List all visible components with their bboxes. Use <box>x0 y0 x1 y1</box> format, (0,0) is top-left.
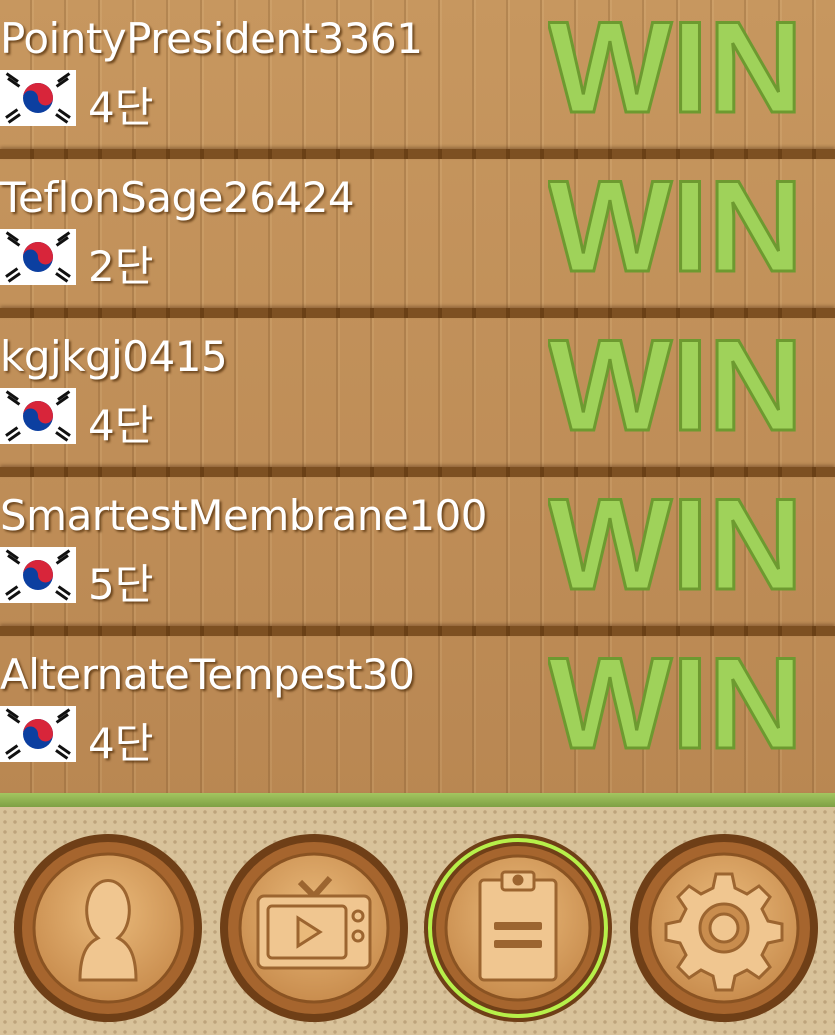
profile-button[interactable] <box>10 830 206 1026</box>
player-name: PointyPresident3361 <box>0 14 423 63</box>
player-name: AlternateTempest30 <box>0 650 415 699</box>
settings-button[interactable] <box>626 830 822 1026</box>
list-item[interactable]: SmartestMembrane100 5단 WIN <box>0 477 835 636</box>
player-name: TeflonSage26424 <box>0 173 355 222</box>
south-korea-flag-icon <box>0 388 76 444</box>
settings-gear-icon <box>664 872 784 992</box>
player-rank: 4단 <box>88 401 154 450</box>
row-divider <box>0 308 835 318</box>
list-item[interactable]: TeflonSage26424 2단 WIN <box>0 159 835 318</box>
player-rank: 4단 <box>88 83 154 132</box>
player-rank: 4단 <box>88 719 154 768</box>
list-bottom-edge <box>0 793 835 807</box>
row-divider <box>0 149 835 159</box>
row-divider <box>0 626 835 636</box>
row-divider <box>0 467 835 477</box>
svg-text:WIN: WIN <box>548 640 803 762</box>
list-item[interactable]: PointyPresident3361 4단 WIN <box>0 0 835 159</box>
replay-video-button[interactable] <box>216 830 412 1026</box>
south-korea-flag-icon <box>0 706 76 762</box>
clipboard-icon <box>478 870 558 982</box>
south-korea-flag-icon <box>0 70 76 126</box>
match-history-button[interactable] <box>420 830 616 1026</box>
svg-text:WIN: WIN <box>548 4 803 126</box>
player-name: SmartestMembrane100 <box>0 491 488 540</box>
south-korea-flag-icon <box>0 547 76 603</box>
svg-text:WIN: WIN <box>548 322 803 444</box>
match-history-list: PointyPresident3361 4단 WIN TeflonSage264… <box>0 0 835 800</box>
svg-text:WIN: WIN <box>548 163 803 285</box>
list-item[interactable]: AlternateTempest30 4단 WIN <box>0 636 835 795</box>
win-result-label: WIN <box>548 481 805 603</box>
win-result-label: WIN <box>548 163 805 285</box>
svg-text:WIN: WIN <box>548 481 803 603</box>
win-result-label: WIN <box>548 640 805 762</box>
south-korea-flag-icon <box>0 229 76 285</box>
player-rank: 2단 <box>88 242 154 291</box>
list-item[interactable]: kgjkgj0415 4단 WIN <box>0 318 835 477</box>
win-result-label: WIN <box>548 4 805 126</box>
win-result-label: WIN <box>548 322 805 444</box>
player-name: kgjkgj0415 <box>0 332 228 381</box>
player-rank: 5단 <box>88 560 154 609</box>
